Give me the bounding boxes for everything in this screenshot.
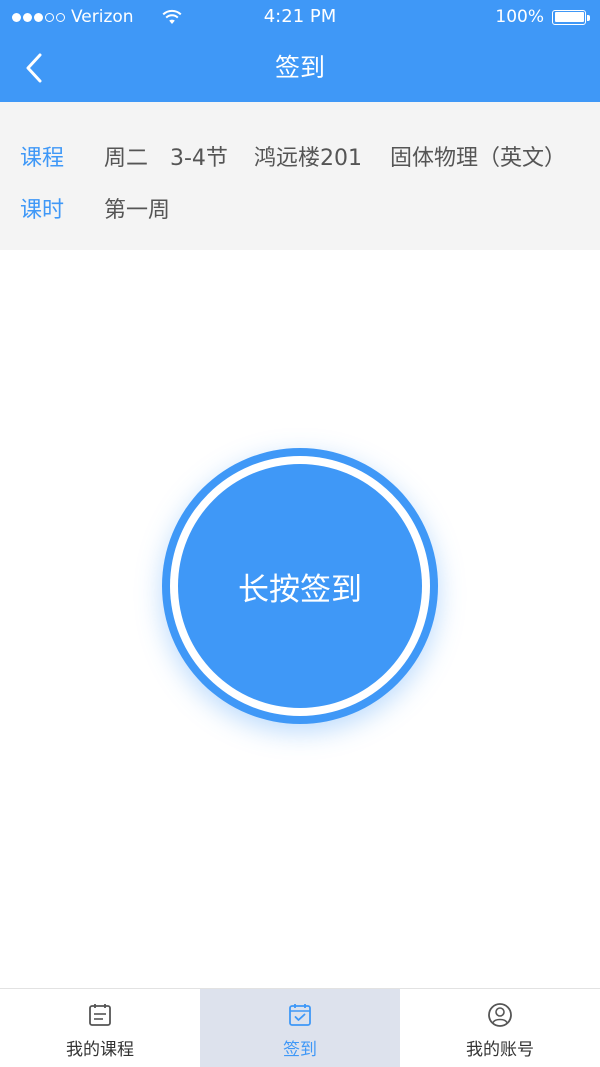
course-day: 周二 bbox=[104, 146, 149, 171]
session-label: 课时 bbox=[20, 198, 65, 223]
nav-bar: 签到 bbox=[0, 34, 600, 102]
battery-icon bbox=[552, 9, 590, 25]
course-name: 固体物理（英文） bbox=[390, 146, 567, 171]
calendar-check-icon bbox=[287, 1001, 313, 1029]
long-press-signin-button[interactable]: 长按签到 bbox=[162, 448, 438, 724]
course-info-panel: 课程 周二 3-4节 鸿远楼201 固体物理（英文） 课时 第一周 bbox=[0, 102, 600, 250]
session-week: 第一周 bbox=[104, 198, 171, 223]
status-bar: Verizon 4:21 PM 100% bbox=[0, 0, 600, 34]
header: Verizon 4:21 PM 100% 签到 bbox=[0, 0, 600, 102]
course-label: 课程 bbox=[20, 146, 65, 171]
signin-label: 长按签到 bbox=[238, 571, 362, 608]
course-room: 鸿远楼201 bbox=[254, 146, 362, 171]
session-row: 课时 第一周 bbox=[20, 192, 170, 224]
signin-button-face: 长按签到 bbox=[178, 464, 422, 708]
tab-bar: 我的课程 签到 我的账号 bbox=[0, 988, 600, 1067]
course-period: 3-4节 bbox=[170, 146, 228, 171]
tab-label: 签到 bbox=[283, 1040, 317, 1060]
battery-fill bbox=[554, 12, 584, 22]
status-right: 100% bbox=[495, 0, 590, 34]
course-row: 课程 周二 3-4节 鸿远楼201 固体物理（英文） bbox=[20, 140, 566, 172]
list-icon bbox=[87, 1001, 113, 1029]
tab-my-courses[interactable]: 我的课程 bbox=[0, 989, 200, 1067]
signin-screen: Verizon 4:21 PM 100% 签到 课程 周二 3-4节 鸿远楼20… bbox=[0, 0, 600, 1067]
battery-percent: 100% bbox=[495, 7, 544, 27]
page-title: 签到 bbox=[274, 53, 325, 82]
tab-label: 我的课程 bbox=[66, 1040, 134, 1060]
tab-signin[interactable]: 签到 bbox=[200, 989, 400, 1067]
tab-my-account[interactable]: 我的账号 bbox=[400, 989, 600, 1067]
tab-label: 我的账号 bbox=[466, 1040, 534, 1060]
user-circle-icon bbox=[487, 1001, 513, 1029]
